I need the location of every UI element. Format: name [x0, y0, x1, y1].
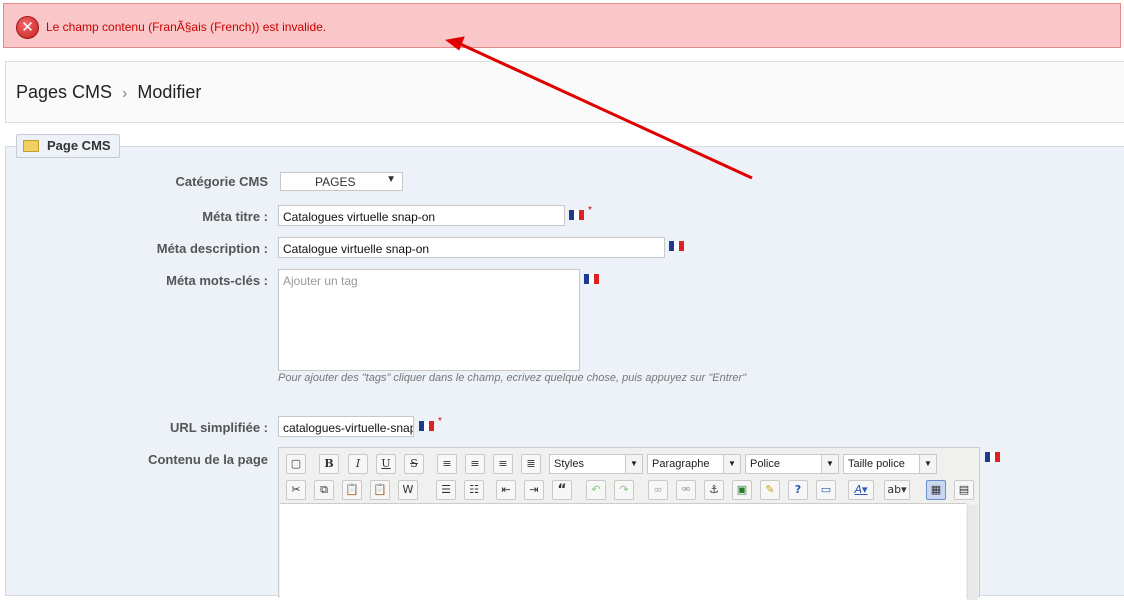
- keywords-help-text: Pour ajouter des "tags" cliquer dans le …: [278, 372, 747, 384]
- indent-icon[interactable]: ⇥: [524, 480, 544, 500]
- font-family-label: Police: [750, 458, 780, 470]
- bold-icon[interactable]: B: [319, 454, 339, 474]
- underline-icon[interactable]: U: [376, 454, 396, 474]
- align-right-icon[interactable]: ≡: [493, 454, 513, 474]
- friendly-url-label: URL simplifiée :: [169, 420, 268, 435]
- chevron-down-icon: ▼: [919, 455, 936, 473]
- french-flag-icon[interactable]: [985, 452, 1000, 462]
- chevron-down-icon: ▼: [821, 455, 838, 473]
- required-marker: *: [438, 416, 442, 427]
- redo-icon[interactable]: ↷: [614, 480, 634, 500]
- panel-legend: Page CMS: [16, 134, 120, 158]
- image-icon[interactable]: ▣: [732, 480, 752, 500]
- cut-icon[interactable]: ✂: [286, 480, 306, 500]
- page-header: Pages CMS › Modifier: [5, 61, 1124, 123]
- format-label: Paragraphe: [652, 458, 710, 470]
- tag-input-placeholder: Ajouter un tag: [283, 274, 358, 288]
- panel-legend-label: Page CMS: [47, 138, 111, 153]
- blockquote-icon[interactable]: “: [552, 480, 572, 500]
- undo-icon[interactable]: ↶: [586, 480, 606, 500]
- category-select[interactable]: PAGES ▼: [280, 172, 403, 191]
- paste-text-icon[interactable]: 📋: [370, 480, 390, 500]
- unlink-icon[interactable]: ⚮: [676, 480, 696, 500]
- chevron-down-icon: ▼: [723, 455, 740, 473]
- align-left-icon[interactable]: ≡: [437, 454, 457, 474]
- strikethrough-icon[interactable]: S: [404, 454, 424, 474]
- font-size-label: Taille police: [848, 458, 905, 470]
- breadcrumb-parent[interactable]: Pages CMS: [16, 82, 112, 102]
- category-value: PAGES: [315, 175, 356, 189]
- table-icon[interactable]: ▤: [954, 480, 974, 500]
- meta-keywords-label: Méta mots-clés :: [166, 273, 268, 288]
- styles-label: Styles: [554, 458, 584, 470]
- breadcrumb: Pages CMS › Modifier: [16, 82, 201, 103]
- editor-content-area[interactable]: [280, 503, 966, 604]
- error-message: Le champ contenu (FranÃ§ais (French)) es…: [46, 20, 327, 34]
- font-family-dropdown[interactable]: Police ▼: [745, 454, 839, 474]
- dropdown-arrow-icon: ▼: [386, 174, 396, 185]
- french-flag-icon[interactable]: [419, 421, 434, 431]
- styles-dropdown[interactable]: Styles ▼: [549, 454, 643, 474]
- format-dropdown[interactable]: Paragraphe ▼: [647, 454, 741, 474]
- folder-icon: [23, 139, 39, 152]
- help-icon[interactable]: ?: [788, 480, 808, 500]
- meta-title-label: Méta titre :: [202, 209, 268, 224]
- copy-icon[interactable]: ⧉: [314, 480, 334, 500]
- meta-keywords-tags-input[interactable]: Ajouter un tag: [278, 269, 580, 371]
- cleanup-icon[interactable]: ✎: [760, 480, 780, 500]
- align-justify-icon[interactable]: ≣: [521, 454, 541, 474]
- error-icon: ✕: [16, 16, 39, 39]
- bullet-list-icon[interactable]: ☰: [436, 480, 456, 500]
- french-flag-icon[interactable]: [584, 274, 599, 284]
- paste-icon[interactable]: 📋: [342, 480, 362, 500]
- meta-description-label: Méta description :: [156, 241, 268, 256]
- numbered-list-icon[interactable]: ☷: [464, 480, 484, 500]
- paste-word-icon[interactable]: W: [398, 480, 418, 500]
- editor-scrollbar[interactable]: [967, 505, 978, 600]
- font-size-dropdown[interactable]: Taille police ▼: [843, 454, 937, 474]
- new-document-icon[interactable]: ▢: [286, 454, 306, 474]
- meta-title-input[interactable]: Catalogues virtuelle snap-on: [278, 205, 565, 226]
- meta-description-input[interactable]: Catalogue virtuelle snap-on: [278, 237, 665, 258]
- french-flag-icon[interactable]: [669, 241, 684, 251]
- chevron-right-icon: ›: [122, 85, 128, 102]
- align-center-icon[interactable]: ≡: [465, 454, 485, 474]
- french-flag-icon[interactable]: [569, 210, 584, 220]
- anchor-icon[interactable]: ⚓: [704, 480, 724, 500]
- content-label: Contenu de la page: [148, 452, 268, 467]
- italic-icon[interactable]: I: [348, 454, 368, 474]
- text-color-icon[interactable]: A▾: [848, 480, 874, 500]
- media-icon[interactable]: ▦: [926, 480, 946, 500]
- friendly-url-input[interactable]: catalogues-virtuelle-snap-on: [278, 416, 414, 437]
- chevron-down-icon: ▼: [625, 455, 642, 473]
- required-marker: *: [588, 205, 592, 216]
- link-icon[interactable]: ∞: [648, 480, 668, 500]
- rich-text-editor: ▢ B I U S ≡ ≡ ≡ ≣ Styles ▼ Paragraphe ▼ Po…: [278, 447, 980, 604]
- outdent-icon[interactable]: ⇤: [496, 480, 516, 500]
- background-color-icon[interactable]: ab▾: [884, 480, 910, 500]
- breadcrumb-current: Modifier: [137, 82, 202, 102]
- hr-icon[interactable]: ▭: [816, 480, 836, 500]
- error-alert: ✕ Le champ contenu (FranÃ§ais (French)) …: [3, 3, 1121, 48]
- category-label: Catégorie CMS: [175, 174, 268, 189]
